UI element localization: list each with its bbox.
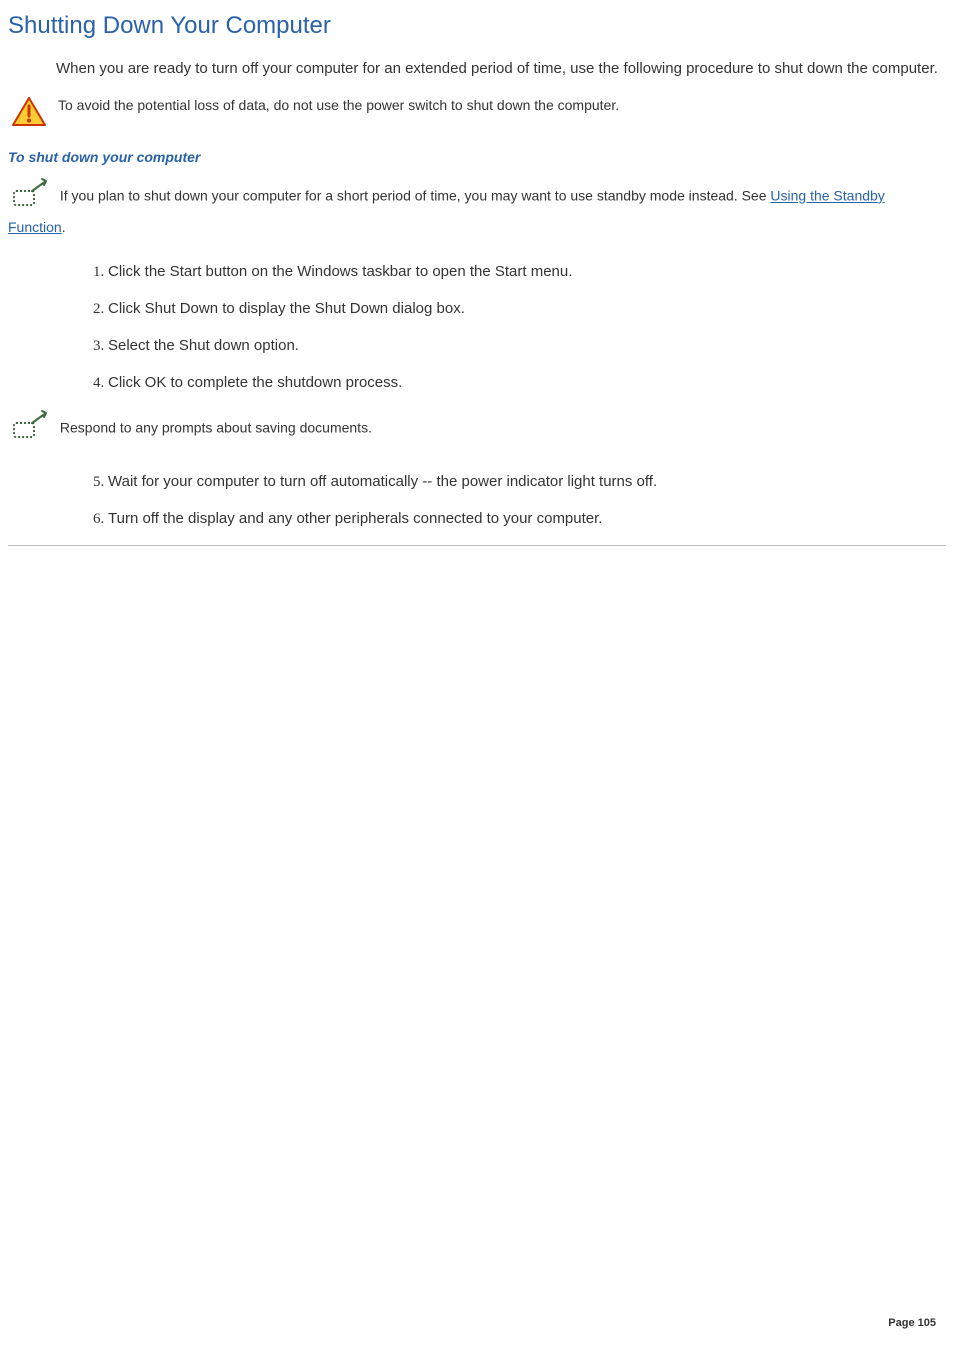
note-prompts-text: Respond to any prompts about saving docu… (56, 420, 372, 436)
steps-list-2: Wait for your computer to turn off autom… (108, 471, 946, 529)
steps-list-1: Click the Start button on the Windows ta… (108, 261, 946, 393)
warning-icon (12, 97, 52, 131)
step-item: Select the Shut down option. (108, 335, 946, 356)
note-icon (8, 409, 50, 449)
warning-text: To avoid the potential loss of data, do … (58, 95, 619, 116)
procedure-heading: To shut down your computer (8, 149, 946, 165)
page-title: Shutting Down Your Computer (8, 12, 946, 40)
step-item: Click the Start button on the Windows ta… (108, 261, 946, 282)
note-standby: If you plan to shut down your computer f… (8, 177, 946, 239)
step-item: Turn off the display and any other perip… (108, 508, 946, 529)
step-item: Click OK to complete the shutdown proces… (108, 372, 946, 393)
warning-callout: To avoid the potential loss of data, do … (8, 95, 946, 131)
note-standby-prefix: If you plan to shut down your computer f… (56, 188, 770, 204)
intro-paragraph: When you are ready to turn off your comp… (56, 58, 946, 79)
step-item: Click Shut Down to display the Shut Down… (108, 298, 946, 319)
page-number: Page 105 (888, 1317, 936, 1329)
divider (8, 545, 946, 546)
step-item: Wait for your computer to turn off autom… (108, 471, 946, 492)
note-prompts: Respond to any prompts about saving docu… (8, 409, 946, 449)
note-icon (8, 177, 50, 217)
note-standby-suffix: . (62, 219, 66, 235)
